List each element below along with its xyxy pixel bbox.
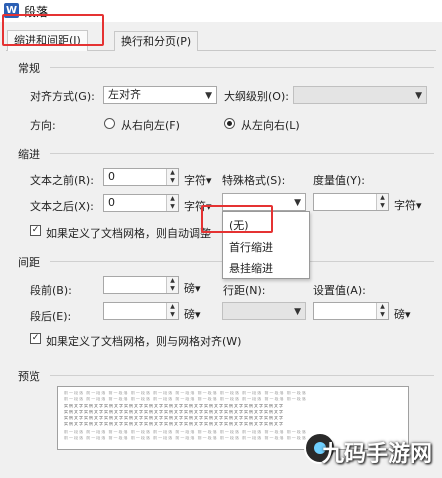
space-after-label: 段后(E):	[30, 310, 72, 323]
dropdown-option-first-line[interactable]: 首行缩进	[229, 239, 273, 255]
measure-input[interactable]: ▲ ▼	[313, 193, 389, 211]
setting-value-unit[interactable]: 磅▾	[394, 306, 411, 322]
dropdown-highlight-box	[201, 205, 273, 233]
section-preview-label: 预览	[18, 370, 40, 383]
indent-before-value: 0	[108, 170, 115, 183]
preview-line: 实例文字实例文字实例文字实例文字实例文字实例文字实例文字实例文字实例文字实例文字…	[64, 410, 284, 414]
indent-grid-checkbox[interactable]: ✓	[30, 225, 41, 236]
alignment-select[interactable]: 左对齐 ▼	[103, 86, 217, 104]
measure-unit[interactable]: 字符▾	[394, 197, 422, 213]
alignment-label: 对齐方式(G):	[30, 90, 95, 103]
indent-grid-label: 如果定义了文档网格，则自动调整	[46, 227, 211, 240]
indent-before-unit[interactable]: 字符▾	[184, 172, 212, 188]
preview-line: 前一段落 前一段落 前一段落 前一段落 前一段落 前一段落 前一段落 前一段落 …	[64, 391, 307, 395]
indent-after-label: 文本之后(X):	[30, 200, 94, 213]
special-format-label: 特殊格式(S):	[222, 174, 286, 187]
spinner-arrows-icon[interactable]: ▲ ▼	[376, 303, 388, 319]
spacing-grid-label: 如果定义了文档网格，则与网格对齐(W)	[46, 335, 242, 348]
spacing-grid-checkbox[interactable]: ✓	[30, 333, 41, 344]
chevron-down-icon: ▼	[415, 91, 422, 101]
indent-before-input[interactable]: 0 ▲ ▼	[103, 168, 179, 186]
watermark-text: 九码手游网	[322, 442, 433, 467]
section-general-label: 常规	[18, 62, 40, 75]
ltr-radio[interactable]	[224, 118, 235, 129]
line-spacing-select[interactable]: ▼	[222, 302, 306, 320]
preview-line: 实例文字实例文字实例文字实例文字实例文字实例文字实例文字实例文字实例文字实例文字…	[64, 416, 284, 420]
outline-level-select[interactable]: ▼	[293, 86, 427, 104]
section-divider	[50, 375, 434, 376]
section-divider	[50, 153, 434, 154]
spinner-arrows-icon[interactable]: ▲ ▼	[166, 195, 178, 211]
spinner-arrows-icon[interactable]: ▲ ▼	[166, 169, 178, 185]
chevron-down-icon: ▼	[294, 198, 301, 208]
indent-after-value: 0	[108, 196, 115, 209]
tab-highlight-box	[2, 14, 104, 46]
space-before-input[interactable]: ▲ ▼	[103, 276, 179, 294]
rtl-label: 从右向左(F)	[121, 119, 180, 132]
space-before-unit[interactable]: 磅▾	[184, 280, 201, 296]
direction-label: 方向:	[30, 119, 56, 132]
ltr-label: 从左向右(L)	[241, 119, 300, 132]
alignment-value: 左对齐	[108, 88, 141, 101]
preview-line: 实例文字实例文字实例文字实例文字实例文字实例文字实例文字实例文字实例文字实例文字…	[64, 404, 284, 408]
spinner-arrows-icon[interactable]: ▲ ▼	[166, 303, 178, 319]
setting-value-label: 设置值(A):	[313, 284, 366, 297]
indent-before-label: 文本之前(R):	[30, 174, 94, 187]
tab-line-page-breaks[interactable]: 换行和分页(P)	[114, 31, 199, 51]
spinner-arrows-icon[interactable]: ▲ ▼	[376, 194, 388, 210]
setting-value-input[interactable]: ▲ ▼	[313, 302, 389, 320]
preview-line: 实例文字实例文字实例文字实例文字实例文字实例文字实例文字实例文字实例文字实例文字…	[64, 422, 284, 426]
section-divider	[50, 67, 434, 68]
tab-label: 换行和分页(P)	[121, 35, 192, 48]
section-spacing-label: 间距	[18, 256, 40, 269]
line-spacing-label: 行距(N):	[223, 284, 266, 297]
space-before-label: 段前(B):	[30, 284, 72, 297]
dropdown-option-hanging[interactable]: 悬挂缩进	[229, 260, 273, 276]
outline-level-label: 大纲级别(O):	[224, 90, 289, 103]
space-after-unit[interactable]: 磅▾	[184, 306, 201, 322]
section-indent-label: 缩进	[18, 148, 40, 161]
chevron-down-icon: ▼	[294, 307, 301, 317]
preview-line: 前一段落 前一段落 前一段落 前一段落 前一段落 前一段落 前一段落 前一段落 …	[64, 430, 307, 434]
rtl-radio[interactable]	[104, 118, 115, 129]
space-after-input[interactable]: ▲ ▼	[103, 302, 179, 320]
chevron-down-icon: ▼	[205, 91, 212, 101]
indent-after-input[interactable]: 0 ▲ ▼	[103, 194, 179, 212]
measure-label: 度量值(Y):	[313, 174, 366, 187]
preview-line: 前一段落 前一段落 前一段落 前一段落 前一段落 前一段落 前一段落 前一段落 …	[64, 397, 307, 401]
spinner-arrows-icon[interactable]: ▲ ▼	[166, 277, 178, 293]
